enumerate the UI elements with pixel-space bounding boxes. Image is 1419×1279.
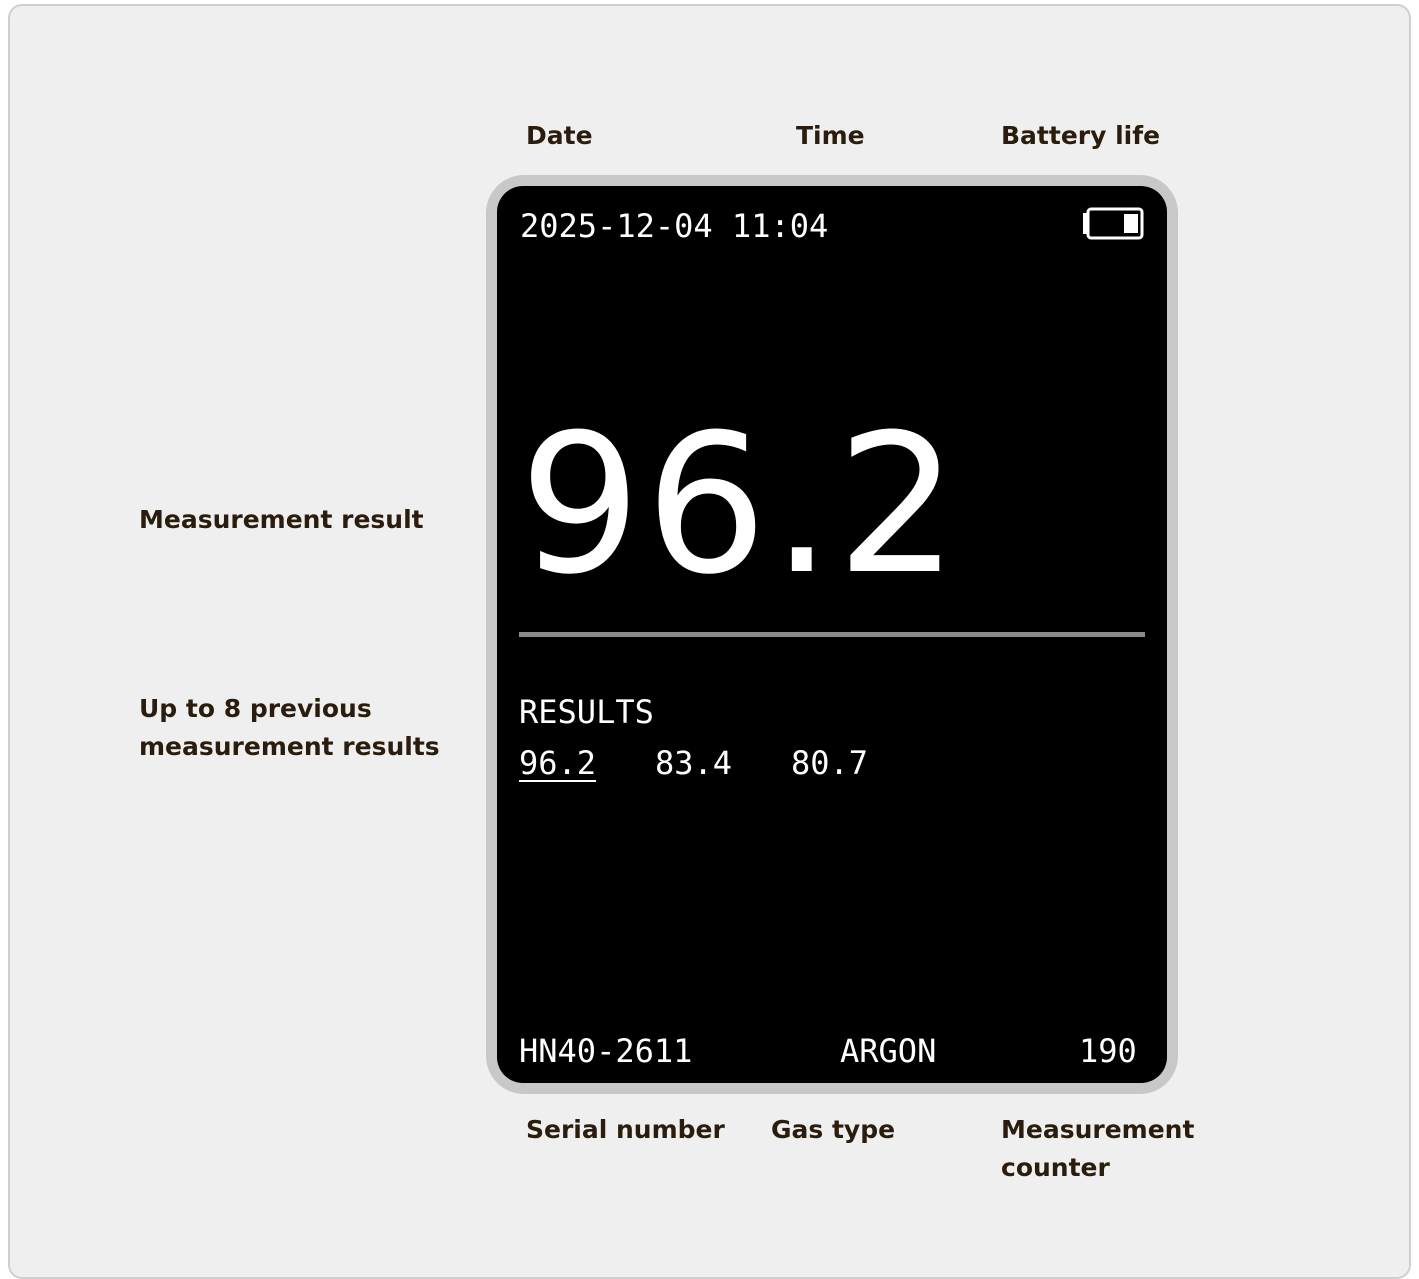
screen-divider — [519, 632, 1145, 637]
label-battery-life: Battery life — [1001, 121, 1161, 150]
gas-type-value: ARGON — [840, 1032, 937, 1070]
result-item-current: 96.2 — [519, 744, 597, 782]
label-serial-number: Serial number — [526, 1115, 725, 1144]
results-heading: RESULTS — [519, 693, 654, 731]
label-measurement-counter-line2: counter — [1001, 1153, 1110, 1182]
screen-datetime: 2025-12-04 11:04 — [520, 207, 829, 245]
label-previous-results-line1: Up to 8 previous — [139, 694, 372, 723]
battery-icon — [1083, 207, 1144, 240]
battery-level-fill — [1124, 214, 1138, 233]
result-item: 83.4 — [655, 744, 733, 782]
label-date: Date — [526, 121, 593, 150]
label-previous-results-line2: measurement results — [139, 732, 440, 761]
serial-number-value: HN40-2611 — [519, 1032, 693, 1070]
label-measurement-result: Measurement result — [139, 505, 424, 534]
measurement-counter-value: 190 — [1079, 1032, 1137, 1070]
measurement-result-value: 96.2 — [519, 394, 963, 617]
label-measurement-counter-line1: Measurement — [1001, 1115, 1195, 1144]
result-item: 80.7 — [791, 744, 869, 782]
label-gas-type: Gas type — [771, 1115, 896, 1144]
device-screen: 2025-12-04 11:04 96.2 RESULTS 96.2 83.4 … — [497, 186, 1167, 1083]
label-time: Time — [796, 121, 865, 150]
